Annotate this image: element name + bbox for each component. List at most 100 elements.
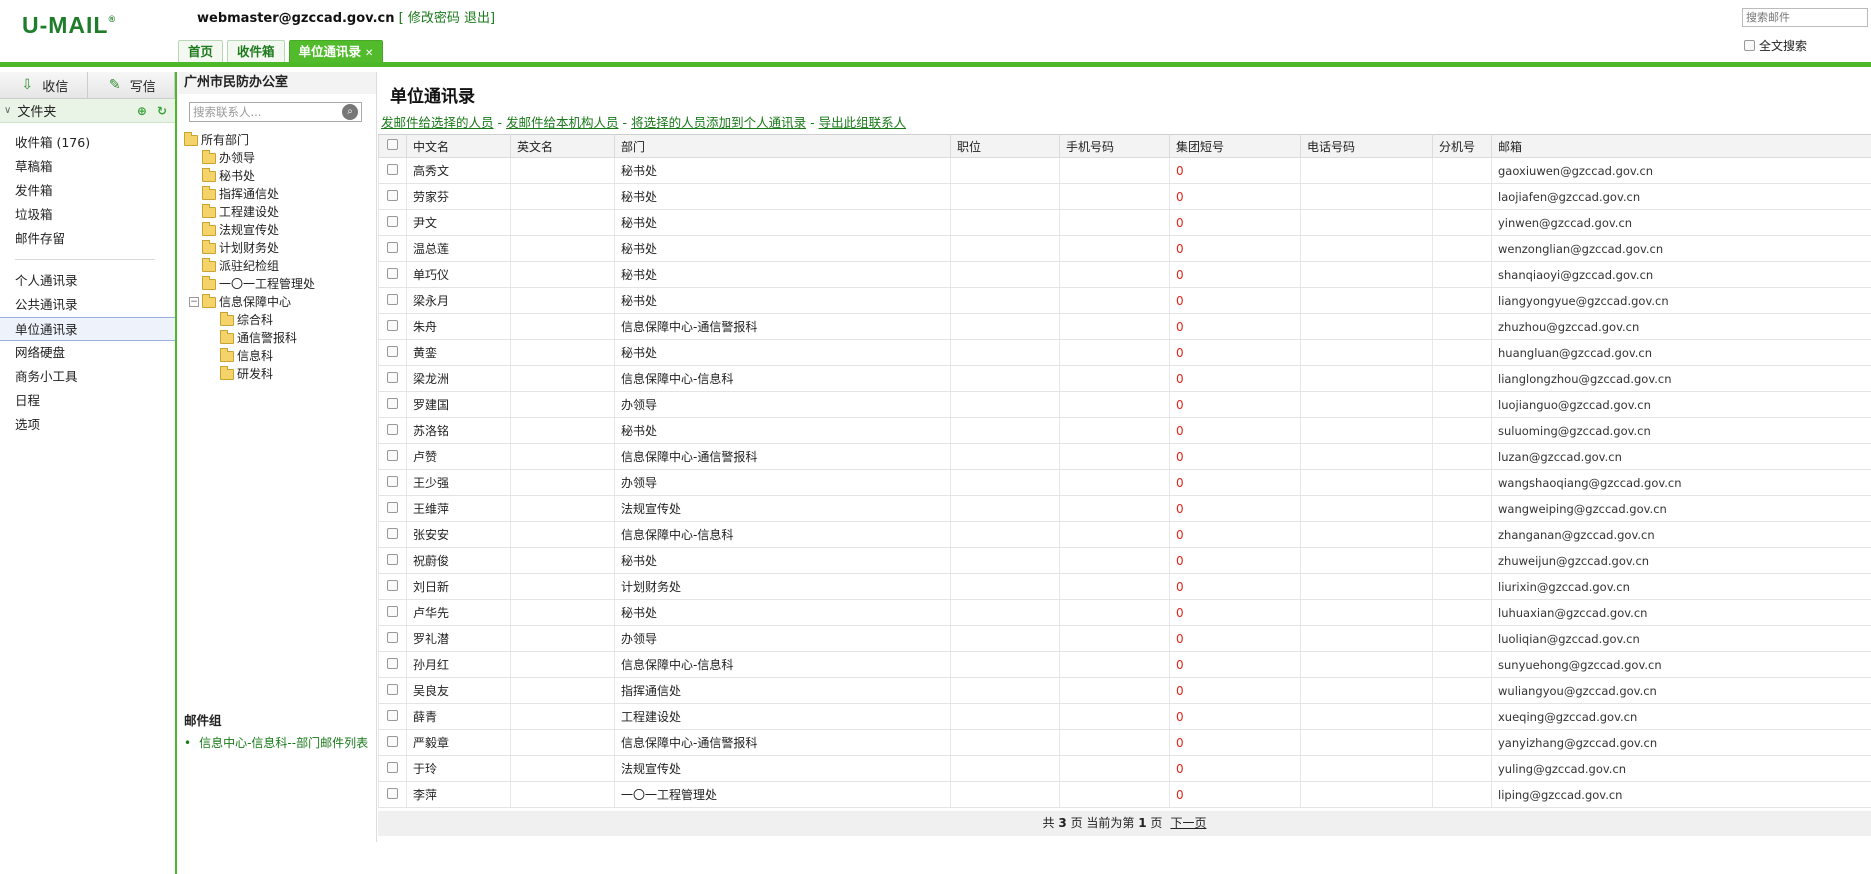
tree-node[interactable]: 综合科 xyxy=(184,311,315,329)
select-all-checkbox[interactable] xyxy=(387,139,398,150)
row-checkbox[interactable] xyxy=(387,553,398,565)
sidebar-item-drafts[interactable]: 草稿箱 xyxy=(0,155,175,179)
table-row[interactable]: 温总莲 秘书处 0 wenzonglian@gzccad.gov.cn xyxy=(378,235,1871,262)
sidebar-item-trash[interactable]: 垃圾箱 xyxy=(0,203,175,227)
table-row[interactable]: 于玲 法规宣传处 0 yuling@gzccad.gov.cn xyxy=(378,755,1871,782)
row-checkbox[interactable] xyxy=(387,319,398,331)
row-checkbox[interactable] xyxy=(387,215,398,227)
tree-node-root[interactable]: 所有部门 xyxy=(184,131,315,149)
sidebar-item-tools[interactable]: 商务小工具 xyxy=(0,365,175,389)
table-row[interactable]: 卢华先 秘书处 0 luhuaxian@gzccad.gov.cn xyxy=(378,599,1871,626)
column-header[interactable]: 部门 xyxy=(614,134,951,158)
table-row[interactable]: 薛青 工程建设处 0 xueqing@gzccad.gov.cn xyxy=(378,703,1871,730)
send-to-org-link[interactable]: 发邮件给本机构人员 xyxy=(506,115,619,130)
add-folder-icon[interactable]: ⊕ xyxy=(137,104,147,118)
table-row[interactable]: 单巧仪 秘书处 0 shanqiaoyi@gzccad.gov.cn xyxy=(378,261,1871,288)
mail-search-input[interactable] xyxy=(1742,8,1868,27)
contact-search-input[interactable]: 搜索联系人... ⌕ xyxy=(189,102,362,122)
collapse-icon[interactable]: − xyxy=(189,297,199,307)
refresh-icon[interactable]: ↻ xyxy=(157,104,167,118)
table-row[interactable]: 梁龙洲 信息保障中心-信息科 0 lianglongzhou@gzccad.gov.c… xyxy=(378,365,1871,392)
tree-node[interactable]: 工程建设处 xyxy=(184,203,315,221)
row-checkbox[interactable] xyxy=(387,293,398,305)
column-header[interactable]: 邮箱 xyxy=(1491,134,1871,158)
table-row[interactable]: 刘日新 计划财务处 0 liurixin@gzccad.gov.cn xyxy=(378,573,1871,600)
row-checkbox[interactable] xyxy=(387,527,398,539)
close-icon[interactable]: ✕ xyxy=(365,48,373,59)
sidebar-item-netdisk[interactable]: 网络硬盘 xyxy=(0,341,175,365)
logout-link[interactable]: 退出 xyxy=(464,11,490,26)
table-row[interactable]: 罗建国 办领导 0 luojianguo@gzccad.gov.cn xyxy=(378,391,1871,418)
sidebar-item-inbox[interactable]: 收件箱 (176) xyxy=(0,131,175,155)
row-checkbox[interactable] xyxy=(387,371,398,383)
row-checkbox[interactable] xyxy=(387,189,398,201)
table-row[interactable]: 张安安 信息保障中心-信息科 0 zhanganan@gzccad.gov.cn xyxy=(378,521,1871,548)
column-header[interactable]: 中文名 xyxy=(406,134,511,158)
row-checkbox[interactable] xyxy=(387,423,398,435)
table-row[interactable]: 梁永月 秘书处 0 liangyongyue@gzccad.gov.cn xyxy=(378,287,1871,314)
compose-button[interactable]: ✎ 写信 xyxy=(88,72,175,98)
table-row[interactable]: 王少强 办领导 0 wangshaoqiang@gzccad.gov.cn xyxy=(378,469,1871,496)
send-to-selected-link[interactable]: 发邮件给选择的人员 xyxy=(381,115,494,130)
sidebar-item-org-contacts[interactable]: 单位通讯录 xyxy=(0,317,175,341)
row-checkbox[interactable] xyxy=(387,163,398,175)
row-checkbox[interactable] xyxy=(387,579,398,591)
column-header[interactable]: 手机号码 xyxy=(1059,134,1170,158)
fulltext-checkbox[interactable] xyxy=(1744,40,1755,51)
table-row[interactable]: 苏洛铭 秘书处 0 suluoming@gzccad.gov.cn xyxy=(378,417,1871,444)
table-row[interactable]: 孙月红 信息保障中心-信息科 0 sunyuehong@gzccad.gov.cn xyxy=(378,651,1871,678)
table-row[interactable]: 劳家芬 秘书处 0 laojiafen@gzccad.gov.cn xyxy=(378,183,1871,210)
mailgroup-item[interactable]: • 信息中心-信息科--部门邮件列表 xyxy=(184,734,368,751)
row-checkbox[interactable] xyxy=(387,267,398,279)
row-checkbox[interactable] xyxy=(387,787,398,799)
table-row[interactable]: 祝蔚俊 秘书处 0 zhuweijun@gzccad.gov.cn xyxy=(378,547,1871,574)
tree-node[interactable]: 一〇一工程管理处 xyxy=(184,275,315,293)
sidebar-item-archive[interactable]: 邮件存留 xyxy=(0,227,175,251)
sidebar-item-sent[interactable]: 发件箱 xyxy=(0,179,175,203)
tab-org-addressbook[interactable]: 单位通讯录 ✕ xyxy=(288,40,384,63)
tree-node[interactable]: 办领导 xyxy=(184,149,315,167)
tab-inbox[interactable]: 收件箱 xyxy=(227,40,285,63)
tree-node-info-center[interactable]: − 信息保障中心 xyxy=(184,293,315,311)
row-checkbox[interactable] xyxy=(387,605,398,617)
tab-home[interactable]: 首页 xyxy=(178,40,224,63)
sidebar-item-public-contacts[interactable]: 公共通讯录 xyxy=(0,293,175,317)
sidebar-item-calendar[interactable]: 日程 xyxy=(0,389,175,413)
search-icon[interactable]: ⌕ xyxy=(342,104,358,120)
row-checkbox[interactable] xyxy=(387,397,398,409)
row-checkbox[interactable] xyxy=(387,631,398,643)
change-password-link[interactable]: 修改密码 xyxy=(408,11,460,26)
row-checkbox[interactable] xyxy=(387,501,398,513)
export-group-link[interactable]: 导出此组联系人 xyxy=(819,115,907,130)
table-row[interactable]: 罗礼潜 办领导 0 luoliqian@gzccad.gov.cn xyxy=(378,625,1871,652)
tree-node[interactable]: 派驻纪检组 xyxy=(184,257,315,275)
table-row[interactable]: 尹文 秘书处 0 yinwen@gzccad.gov.cn xyxy=(378,209,1871,236)
row-checkbox[interactable] xyxy=(387,735,398,747)
table-row[interactable]: 王维萍 法规宣传处 0 wangweiping@gzccad.gov.cn xyxy=(378,495,1871,522)
table-row[interactable]: 吴良友 指挥通信处 0 wuliangyou@gzccad.gov.cn xyxy=(378,677,1871,704)
column-header[interactable]: 集团短号 xyxy=(1169,134,1301,158)
column-header[interactable]: 英文名 xyxy=(510,134,615,158)
row-checkbox[interactable] xyxy=(387,449,398,461)
row-checkbox[interactable] xyxy=(387,241,398,253)
column-header[interactable]: 电话号码 xyxy=(1300,134,1433,158)
row-checkbox[interactable] xyxy=(387,475,398,487)
table-row[interactable]: 黄銮 秘书处 0 huangluan@gzccad.gov.cn xyxy=(378,339,1871,366)
add-to-personal-link[interactable]: 将选择的人员添加到个人通讯录 xyxy=(631,115,806,130)
table-row[interactable]: 高秀文 秘书处 0 gaoxiuwen@gzccad.gov.cn xyxy=(378,157,1871,184)
tree-node[interactable]: 研发科 xyxy=(184,365,315,383)
tree-node[interactable]: 通信警报科 xyxy=(184,329,315,347)
table-row[interactable]: 卢赞 信息保障中心-通信警报科 0 luzan@gzccad.gov.cn xyxy=(378,443,1871,470)
row-checkbox[interactable] xyxy=(387,761,398,773)
tree-node[interactable]: 计划财务处 xyxy=(184,239,315,257)
table-row[interactable]: 严毅章 信息保障中心-通信警报科 0 yanyizhang@gzccad.gov.cn xyxy=(378,729,1871,756)
table-row[interactable]: 朱舟 信息保障中心-通信警报科 0 zhuzhou@gzccad.gov.cn xyxy=(378,313,1871,340)
tree-node[interactable]: 指挥通信处 xyxy=(184,185,315,203)
sidebar-item-personal-contacts[interactable]: 个人通讯录 xyxy=(0,269,175,293)
sidebar-item-options[interactable]: 选项 xyxy=(0,413,175,437)
row-checkbox[interactable] xyxy=(387,657,398,669)
tree-node[interactable]: 信息科 xyxy=(184,347,315,365)
row-checkbox[interactable] xyxy=(387,709,398,721)
tree-node[interactable]: 秘书处 xyxy=(184,167,315,185)
next-page-link[interactable]: 下一页 xyxy=(1170,816,1206,830)
